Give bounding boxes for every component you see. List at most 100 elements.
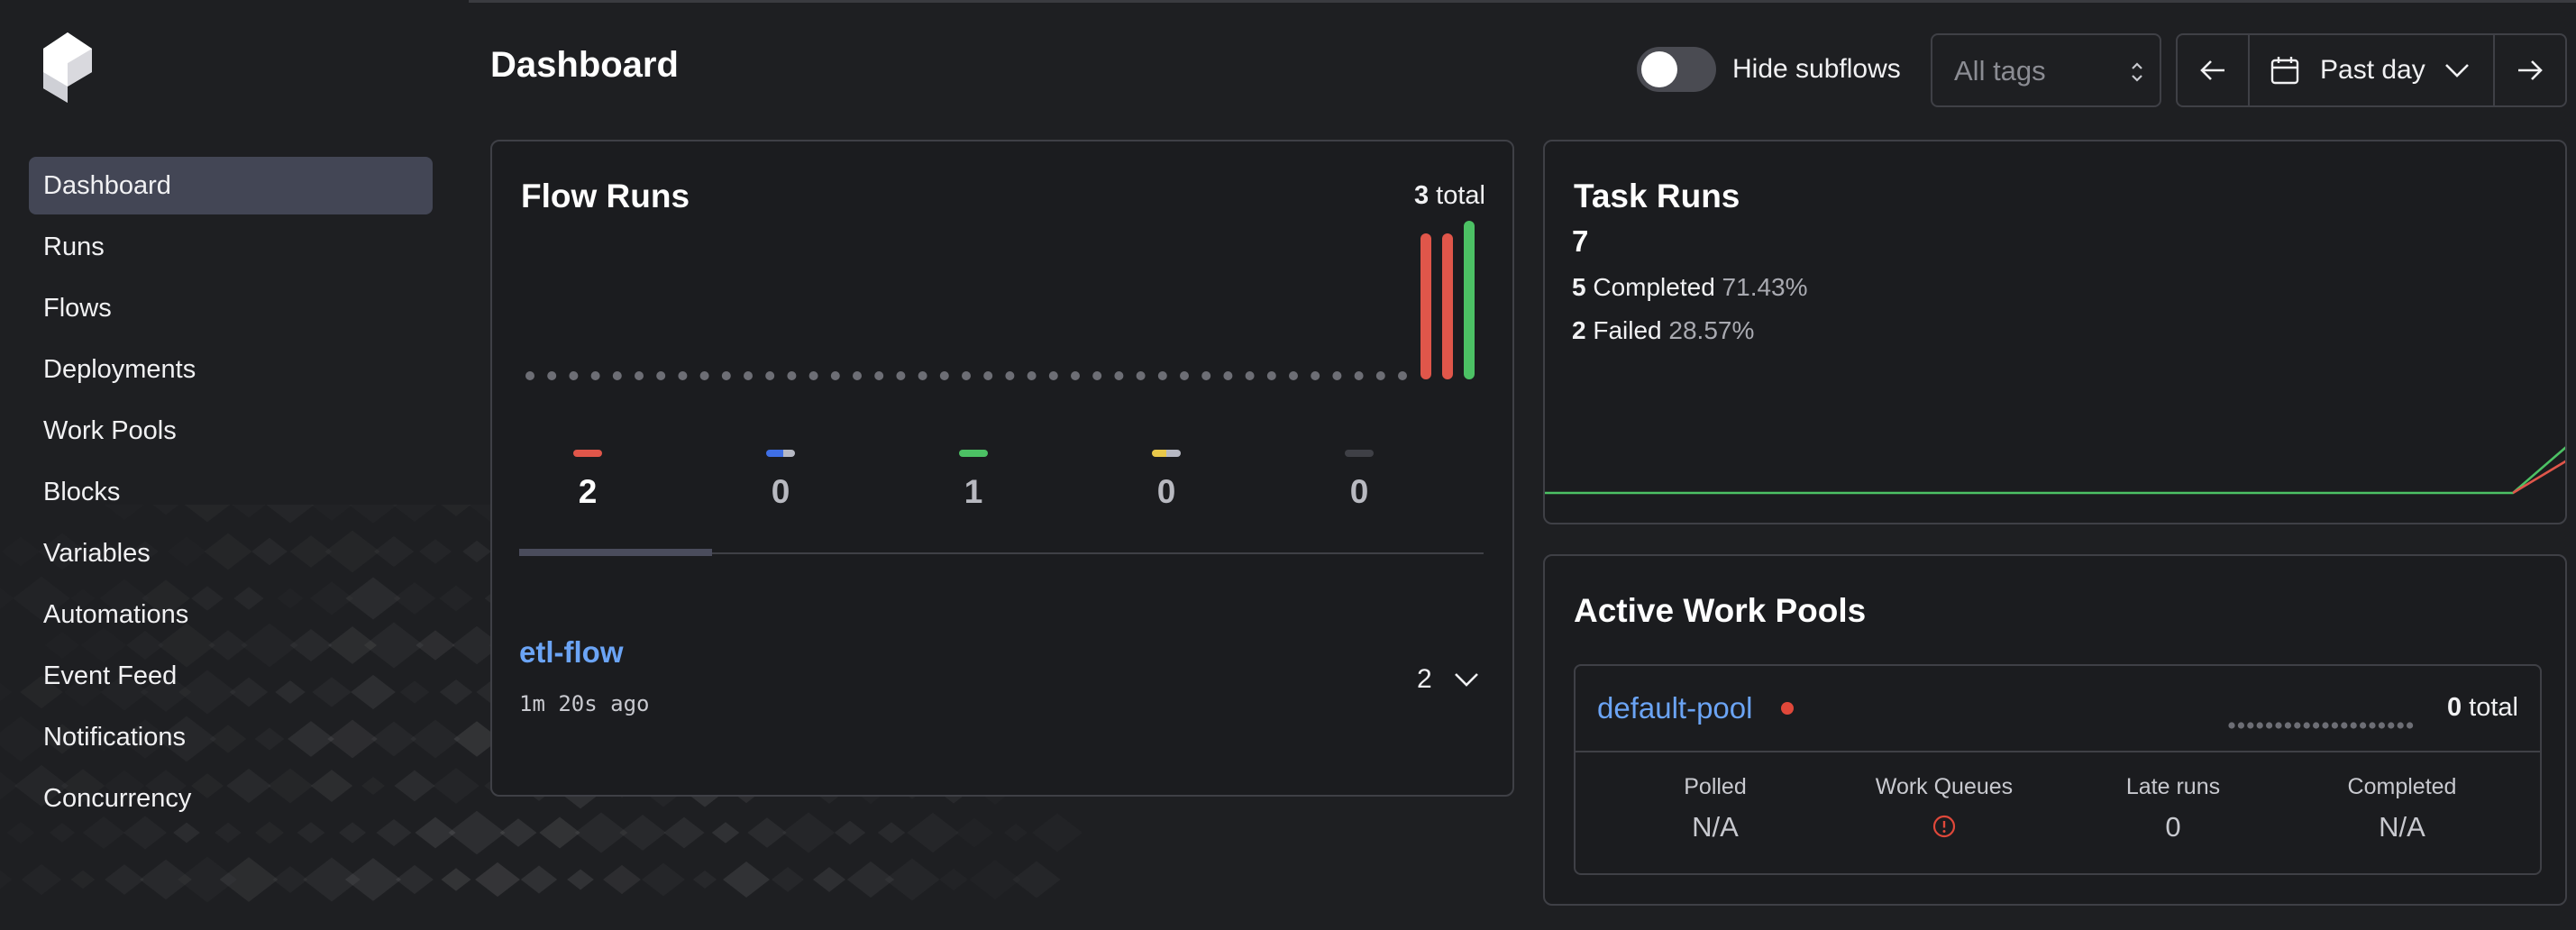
history-empty-dot [1311,371,1320,380]
background-diamond [219,857,279,902]
work-pool-total: 0 total [2447,693,2518,723]
active-work-pools-card: Active Work Pools default-pool 0 total P… [1543,554,2567,906]
sidebar-item-dashboard[interactable]: Dashboard [29,157,433,214]
background-diamond [232,505,266,518]
flow-runs-card: Flow Runs 3 total 2 0 1 0 0 etl-flow 1m … [490,140,1514,797]
prefect-logo-icon[interactable] [43,32,92,103]
background-diamond [277,588,303,609]
flow-runs-total-count: 3 [1413,181,1430,210]
background-diamond [185,505,231,522]
background-diamond [619,815,666,851]
background-diamond [711,822,740,843]
stat-polled: Polled N/A [1616,774,1814,843]
task-runs-failed: 2 Failed 28.57% [1572,316,1754,345]
alert-circle-icon [1932,815,1956,838]
background-diamond [71,871,96,889]
page-title: Dashboard [490,45,679,85]
state-count-scheduled: 0 [1156,473,1176,510]
background-diamond [104,770,144,802]
background-diamond [6,822,34,843]
history-empty-dot [983,371,993,380]
calendar-icon [2270,57,2299,85]
background-diamond [642,863,685,897]
sparkline-dot [2237,722,2244,729]
date-range-select[interactable]: Past day [2250,35,2495,105]
state-tab-selected-indicator [519,549,712,556]
background-diamond [441,868,471,891]
history-empty-dot [787,371,797,380]
background-diamond [64,678,102,707]
background-diamond [349,505,397,524]
background-diamond [288,721,334,757]
background-diamond [42,724,81,753]
background-diamond [392,505,436,522]
history-empty-dot [830,371,840,380]
background-diamond [0,683,12,702]
flow-runs-total: 3 total [1414,181,1485,211]
state-tab-failed[interactable]: 2 [543,450,633,511]
background-diamond [363,622,425,669]
sidebar-item-flows[interactable]: Flows [29,279,433,337]
sparkline-dot [2313,722,2320,729]
sidebar-item-work-pools[interactable]: Work Pools [29,402,433,460]
background-diamond [782,813,835,853]
completed-label: Completed [1593,273,1715,301]
work-pool-link-default-pool[interactable]: default-pool [1597,691,1752,725]
stat-completed-value: N/A [2379,811,2425,843]
background-diamond [226,768,271,804]
next-range-button[interactable] [2493,35,2565,105]
work-pool-divider [1576,751,2540,752]
background-diamond [419,539,452,564]
flow-run-bar[interactable] [1420,233,1431,379]
expand-chevron-icon[interactable] [1453,670,1480,689]
date-range-picker: Past day [2176,33,2567,107]
sidebar-item-runs[interactable]: Runs [29,218,433,276]
flow-runs-history-chart[interactable] [519,219,1484,399]
state-tab-completed[interactable]: 1 [928,450,1019,511]
work-pool-total-suffix: total [2469,693,2518,722]
stat-work-queues-label: Work Queues [1875,774,2014,799]
sparkline-dot [2331,722,2338,729]
tags-select[interactable]: All tags [1931,33,2161,107]
flow-link-etl-flow[interactable]: etl-flow [519,635,623,670]
state-count-completed: 1 [964,473,983,510]
background-diamond [273,866,308,893]
background-diamond [87,539,119,563]
chevron-up-down-icon [2132,62,2142,82]
background-diamond [439,586,473,612]
history-empty-dot [853,371,862,380]
background-diamond [1004,824,1028,842]
flow-run-bar[interactable] [1464,221,1475,379]
background-diamond [255,727,285,750]
previous-range-button[interactable] [2178,35,2250,105]
stat-late-runs-value: 0 [2165,811,2181,843]
background-diamond [105,505,144,520]
background-diamond [14,765,69,807]
background-diamond [83,816,125,849]
flow-last-run-time: 1m 20s ago [519,691,650,716]
state-tab-running[interactable]: 0 [735,450,826,511]
state-count-failed: 2 [578,473,598,510]
history-empty-dot [569,371,579,380]
sparkline-dot [2388,722,2395,729]
history-empty-dot [1114,371,1124,380]
history-empty-dot [874,371,884,380]
flow-run-bar[interactable] [1442,233,1453,379]
history-empty-dot [896,371,906,380]
background-diamond [603,864,641,895]
state-tab-scheduled[interactable]: 0 [1121,450,1211,511]
background-diamond [173,822,200,843]
sidebar-item-deployments[interactable]: Deployments [29,341,433,398]
background-diamond [233,587,264,610]
history-empty-dot [1157,371,1167,380]
failed-label: Failed [1593,316,1662,344]
history-empty-dot [808,371,818,380]
state-count-running: 0 [771,473,790,510]
history-empty-dot [1092,371,1102,380]
state-color-completed [959,450,988,457]
background-diamond [241,624,297,668]
background-diamond [275,680,306,704]
state-tab-cancelled[interactable]: 0 [1314,450,1404,511]
background-diamond [105,864,144,895]
hide-subflows-toggle[interactable] [1637,47,1716,92]
